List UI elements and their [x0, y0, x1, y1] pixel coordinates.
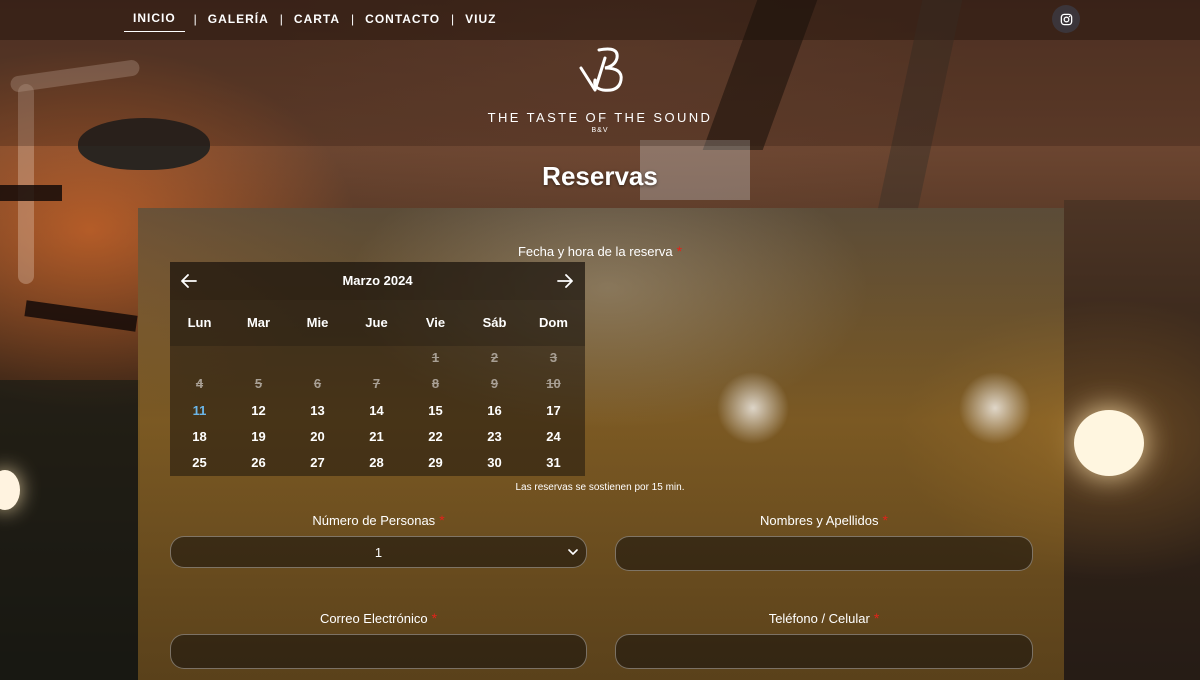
- calendar-day[interactable]: 20: [288, 425, 347, 449]
- weekday-label: Mar: [246, 315, 271, 330]
- calendar-day: 3: [549, 350, 558, 365]
- persons-label-text: Número de Personas: [312, 513, 436, 528]
- name-label-text: Nombres y Apellidos: [760, 513, 879, 528]
- required-mark: *: [873, 610, 880, 626]
- weekday-label: Lun: [187, 315, 212, 330]
- calendar-day[interactable]: 14: [347, 399, 406, 423]
- name-field-label: Nombres y Apellidos *: [615, 512, 1033, 528]
- calendar-day[interactable]: 21: [347, 425, 406, 449]
- nav-separator: |: [193, 11, 197, 26]
- weekday-label: Jue: [365, 315, 388, 330]
- nav-item-viuz[interactable]: VIUZ: [463, 12, 498, 32]
- calendar-day[interactable]: 23: [465, 425, 524, 449]
- required-mark: *: [676, 243, 683, 259]
- brand-sub: B&V: [591, 127, 609, 134]
- phone-input[interactable]: [615, 634, 1033, 669]
- calendar-day[interactable]: 19: [229, 425, 288, 449]
- required-mark: *: [431, 610, 438, 626]
- calendar-day[interactable]: 15: [406, 399, 465, 423]
- weekday-label: Sáb: [482, 315, 507, 330]
- calendar-day[interactable]: 18: [170, 425, 229, 449]
- calendar-day: 6: [313, 376, 322, 392]
- calendar-day: 8: [431, 376, 440, 392]
- calendar-day: 1: [431, 350, 440, 365]
- nav-separator: |: [351, 11, 355, 26]
- nav-item-inicio[interactable]: INICIO: [124, 11, 185, 32]
- nav-item-galeria[interactable]: GALERÍA: [206, 12, 271, 32]
- calendar-day[interactable]: 30: [465, 451, 524, 475]
- date-label-text: Fecha y hora de la reserva: [517, 244, 673, 259]
- calendar-header: Marzo 2024: [170, 262, 585, 300]
- next-month-button[interactable]: [554, 270, 576, 292]
- date-field-label: Fecha y hora de la reserva *: [470, 243, 730, 259]
- calendar-day: 5: [254, 376, 263, 392]
- calendar-day: 9: [490, 376, 499, 392]
- chevron-down-icon: [568, 549, 578, 555]
- instagram-icon: [1060, 13, 1072, 25]
- arrow-right-icon: [557, 274, 573, 288]
- main-nav: INICIO | GALERÍA | CARTA | CONTACTO | VI…: [124, 11, 499, 32]
- persons-field-label: Número de Personas *: [170, 512, 587, 528]
- header: INICIO | GALERÍA | CARTA | CONTACTO | VI…: [0, 0, 1200, 146]
- calendar-day[interactable]: 24: [524, 425, 583, 449]
- instagram-link[interactable]: [1052, 5, 1080, 33]
- name-input[interactable]: [615, 536, 1033, 571]
- bv-monogram-icon: [579, 47, 623, 92]
- weekday-label: Dom: [539, 315, 568, 330]
- calendar-day[interactable]: 11: [170, 399, 229, 423]
- required-mark: *: [882, 512, 888, 528]
- required-mark: *: [439, 512, 445, 528]
- hold-note: Las reservas se sostienen por 15 min.: [515, 482, 685, 493]
- brand-name: THE TASTE OF THE SOUND: [487, 110, 713, 125]
- calendar-day[interactable]: 28: [347, 451, 406, 475]
- nav-item-carta[interactable]: CARTA: [292, 12, 342, 32]
- weekday-label: Mie: [306, 315, 329, 330]
- persons-select[interactable]: 1: [170, 536, 587, 568]
- calendar-day[interactable]: 16: [465, 399, 524, 423]
- phone-label-text: Teléfono / Celular: [768, 611, 870, 626]
- calendar-day[interactable]: 31: [524, 451, 583, 475]
- phone-field-label: Teléfono / Celular *: [615, 610, 1033, 626]
- email-input[interactable]: [170, 634, 587, 669]
- date-calendar: Marzo 2024 Lun Mar Mie Jue Vie Sáb Dom 1…: [170, 262, 585, 476]
- page-title: Reservas: [542, 161, 658, 191]
- calendar-day[interactable]: 13: [288, 399, 347, 423]
- calendar-day[interactable]: 17: [524, 399, 583, 423]
- calendar-day: 4: [195, 376, 204, 392]
- calendar-day[interactable]: 26: [229, 451, 288, 475]
- calendar-day: 10: [546, 376, 561, 392]
- weekday-label: Vie: [425, 315, 446, 330]
- email-label-text: Correo Electrónico: [319, 611, 428, 626]
- calendar-day[interactable]: 22: [406, 425, 465, 449]
- calendar-day[interactable]: 12: [229, 399, 288, 423]
- calendar-weekdays: Lun Mar Mie Jue Vie Sáb Dom: [170, 300, 585, 346]
- calendar-day: 7: [372, 376, 381, 392]
- nav-item-contacto[interactable]: CONTACTO: [363, 12, 442, 32]
- persons-select-value: 1: [374, 544, 383, 560]
- calendar-day[interactable]: 27: [288, 451, 347, 475]
- calendar-month: Marzo 2024: [342, 273, 413, 288]
- calendar-day[interactable]: 29: [406, 451, 465, 475]
- nav-separator: |: [451, 11, 455, 26]
- calendar-day[interactable]: 25: [170, 451, 229, 475]
- nav-separator: |: [279, 11, 283, 26]
- calendar-day: 2: [490, 350, 499, 365]
- email-field-label: Correo Electrónico *: [170, 610, 587, 626]
